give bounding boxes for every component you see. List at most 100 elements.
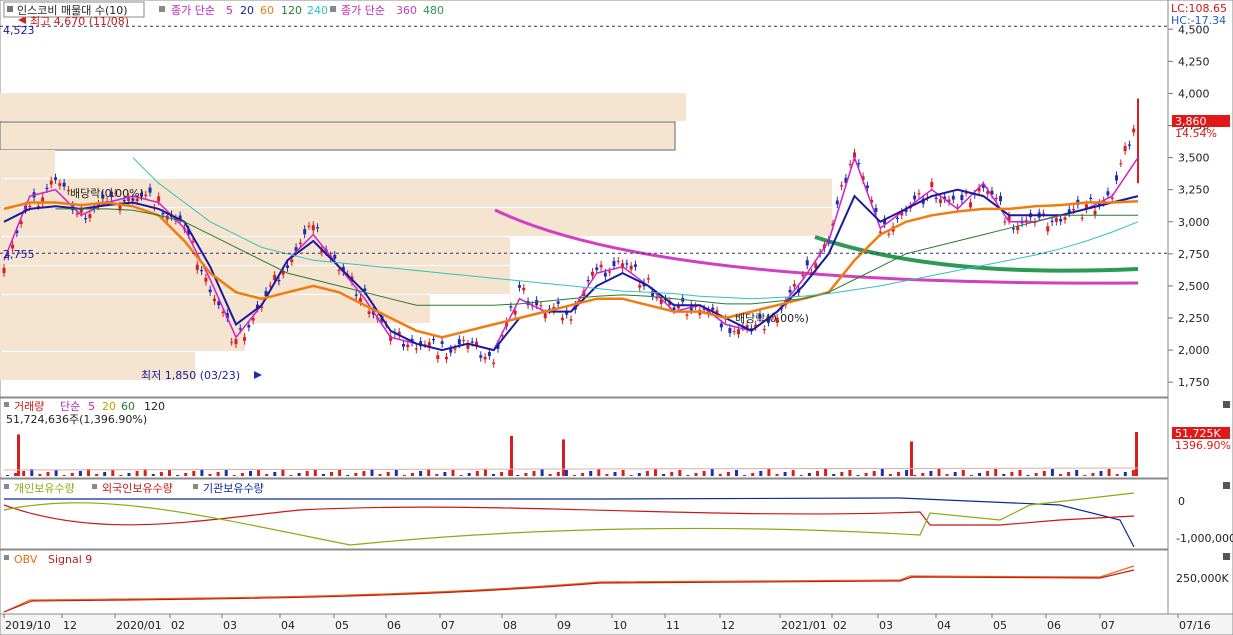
volume-bar bbox=[475, 471, 479, 476]
candle-body bbox=[1132, 128, 1136, 133]
volume-bar bbox=[451, 470, 455, 476]
volume-bar bbox=[913, 475, 917, 476]
volume-bar bbox=[240, 473, 244, 476]
candle-body bbox=[354, 294, 358, 296]
obv-close-button[interactable] bbox=[1223, 553, 1230, 560]
volume-bar bbox=[459, 475, 463, 476]
candle-body bbox=[840, 185, 844, 187]
legend-foreign: 외국인보유수량 bbox=[102, 482, 173, 495]
volume-bar bbox=[937, 469, 941, 476]
candle-body bbox=[277, 280, 281, 282]
volume-bar bbox=[856, 475, 860, 476]
candle-body bbox=[316, 227, 320, 229]
candle-body bbox=[509, 306, 513, 308]
candle-body bbox=[453, 348, 457, 350]
candle-body bbox=[633, 264, 637, 267]
volume-bar bbox=[564, 470, 568, 476]
candle-body bbox=[401, 344, 405, 347]
candle-body bbox=[1127, 144, 1131, 146]
x-tick-label: 05 bbox=[335, 619, 349, 632]
volume-bar bbox=[22, 471, 26, 476]
volume-bar bbox=[1067, 472, 1071, 476]
volume-legend-label: 단순 bbox=[60, 400, 80, 413]
left-level-top: 4,523 bbox=[3, 24, 35, 37]
volume-bar bbox=[38, 474, 42, 476]
volume-bar bbox=[986, 471, 990, 476]
candle-body bbox=[333, 254, 337, 259]
candle-body bbox=[204, 277, 208, 282]
x-tick-label: 06 bbox=[1047, 619, 1061, 632]
obv-tick: 250,000K bbox=[1176, 572, 1229, 585]
high-price-label: 최고 4,670 (11/08) bbox=[30, 15, 129, 28]
volume-bar bbox=[840, 472, 844, 476]
volume-close-button[interactable] bbox=[1223, 401, 1230, 408]
volume-bar bbox=[281, 470, 285, 476]
candle-body bbox=[878, 231, 882, 233]
volume-bar bbox=[1059, 474, 1062, 476]
legend2-period-480: 480 bbox=[423, 4, 444, 17]
candle-body bbox=[1115, 175, 1119, 181]
candle-body bbox=[560, 317, 564, 321]
volume-bar bbox=[427, 469, 431, 476]
candle-body bbox=[625, 263, 629, 265]
volume-bar bbox=[1034, 473, 1038, 476]
volume-bar bbox=[1123, 472, 1127, 476]
x-tick-label: 03 bbox=[223, 619, 237, 632]
candle-body bbox=[513, 310, 517, 315]
x-tick-label: 04 bbox=[281, 619, 295, 632]
y-tick-label: 4,250 bbox=[1178, 55, 1210, 68]
candle-body bbox=[792, 284, 796, 287]
candle-body bbox=[762, 328, 766, 331]
volume-bar bbox=[767, 469, 771, 476]
candle-body bbox=[711, 307, 715, 311]
candle-body bbox=[835, 200, 839, 205]
volume-bar bbox=[362, 471, 366, 476]
volume-bar bbox=[224, 470, 228, 476]
left-level-mid: 2,755 bbox=[3, 248, 35, 261]
candle-body bbox=[144, 194, 148, 196]
candle-body bbox=[603, 272, 607, 277]
x-tick-label: 07 bbox=[441, 619, 455, 632]
y-tick-label: 3,500 bbox=[1178, 152, 1210, 165]
candle-body bbox=[290, 259, 294, 263]
y-tick-label: 2,000 bbox=[1178, 344, 1210, 357]
y-tick-label: 3,250 bbox=[1178, 184, 1210, 197]
volume-bar bbox=[791, 470, 795, 476]
candle-body bbox=[195, 264, 199, 270]
candle-body bbox=[1003, 221, 1007, 223]
y-tick-label: 2,750 bbox=[1178, 248, 1210, 261]
dividend-label-1: 배당락(0.00%) bbox=[70, 187, 144, 200]
volume-bar bbox=[532, 471, 536, 476]
candle-body bbox=[951, 195, 955, 200]
volume-bar bbox=[62, 475, 66, 476]
candle-body bbox=[805, 260, 809, 266]
obv-panel bbox=[0, 549, 1169, 615]
holdings-close-button[interactable] bbox=[1223, 482, 1230, 489]
candle-body bbox=[457, 339, 461, 345]
x-tick-label: 02 bbox=[833, 619, 847, 632]
volume-bar bbox=[1099, 471, 1103, 476]
candle-body bbox=[638, 285, 642, 288]
candle-body bbox=[234, 339, 238, 345]
x-tick-label: 2021/01 bbox=[781, 619, 827, 632]
volume-bar bbox=[297, 473, 301, 476]
volume-bar bbox=[435, 474, 439, 476]
legend1-period-240: 240 bbox=[307, 4, 328, 17]
x-tick-label: 06 bbox=[387, 619, 401, 632]
legend2-label: 종가 단순 bbox=[341, 4, 385, 17]
candle-body bbox=[62, 182, 66, 187]
candle-body bbox=[479, 355, 483, 358]
candle-body bbox=[75, 213, 79, 215]
candle-body bbox=[367, 311, 371, 314]
volume-bar bbox=[265, 474, 269, 476]
volume-bar bbox=[921, 473, 925, 476]
candle-body bbox=[968, 202, 972, 208]
volume-bar bbox=[95, 474, 99, 476]
volume-bar bbox=[613, 472, 617, 476]
candle-body bbox=[161, 213, 165, 215]
candle-body bbox=[49, 180, 53, 185]
candle-body bbox=[307, 225, 311, 227]
candle-body bbox=[685, 314, 689, 316]
volume-bar bbox=[184, 473, 188, 476]
volume-bar bbox=[151, 474, 155, 476]
